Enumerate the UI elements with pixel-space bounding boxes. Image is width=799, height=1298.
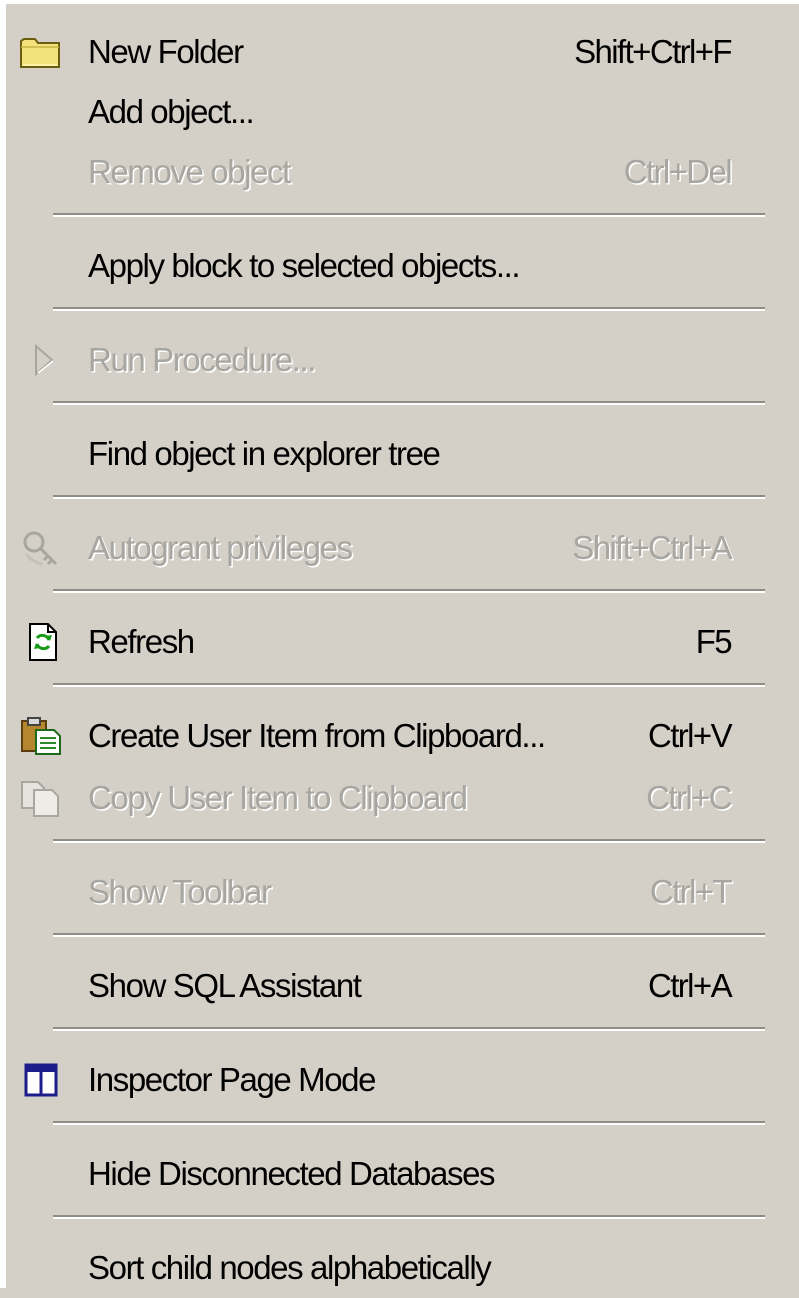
key-privileges-icon [23,531,58,566]
menu-separator [53,839,765,843]
menu-separator [53,213,765,217]
menu-item-shortcut: Shift+Ctrl+A [572,529,732,566]
menu-item-shortcut: F5 [695,623,733,660]
menu-item-remove-object[interactable]: Remove object Ctrl+Del [6,142,799,202]
menu-separator [53,401,765,405]
menu-item-shortcut: Shift+Ctrl+F [574,33,732,70]
clipboard-paste-icon [21,717,61,755]
menu-item-show-toolbar[interactable]: Show Toolbar Ctrl+T [6,862,799,922]
menu-separator [53,589,765,593]
menu-item-hide-disconnected-databases[interactable]: Hide Disconnected Databases [6,1144,799,1204]
menu-item-shortcut: Ctrl+A [647,967,733,1004]
menu-item-label: Inspector Page Mode [88,1061,376,1098]
menu-item-apply-block[interactable]: Apply block to selected objects... [6,236,799,296]
menu-item-refresh[interactable]: Refresh F5 [6,612,799,672]
menu-item-label: Apply block to selected objects... [88,247,521,284]
menu-separator [53,1121,765,1125]
context-menu: New Folder Shift+Ctrl+F Add object... Re… [0,0,799,1288]
refresh-document-icon [29,623,57,661]
menu-item-find-object[interactable]: Find object in explorer tree [6,424,799,484]
menu-separator [53,307,765,311]
folder-icon [20,38,60,68]
menu-separator [53,1027,765,1031]
menu-item-copy-user-item[interactable]: Copy User Item to Clipboard Ctrl+C [6,768,799,828]
menu-item-label: Show SQL Assistant [88,967,362,1004]
menu-item-create-user-item[interactable]: Create User Item from Clipboard... Ctrl+… [6,706,799,766]
menu-item-run-procedure[interactable]: Run Procedure... [6,330,799,390]
menu-item-autogrant-privileges[interactable]: Autogrant privileges Shift+Ctrl+A [6,518,799,578]
menu-item-label: Create User Item from Clipboard... [88,717,546,754]
menu-item-label: Add object... [88,93,255,130]
menu-item-sort-child-nodes[interactable]: Sort child nodes alphabetically [6,1238,799,1298]
menu-item-new-folder[interactable]: New Folder Shift+Ctrl+F [6,22,799,82]
menu-item-label: Autogrant privileges [88,529,353,566]
menu-item-label: Show Toolbar [88,873,272,910]
menu-separator [53,495,765,499]
menu-item-label: Sort child nodes alphabetically [88,1249,492,1286]
menu-item-shortcut: Ctrl+V [647,717,733,754]
menu-item-label: Run Procedure... [88,341,316,378]
menu-item-show-sql-assistant[interactable]: Show SQL Assistant Ctrl+A [6,956,799,1016]
menu-separator [53,1215,765,1219]
menu-item-label: Find object in explorer tree [88,435,441,472]
menu-item-shortcut: Ctrl+T [649,873,733,910]
menu-item-label: New Folder [88,33,244,70]
inspector-pages-icon [24,1063,58,1097]
menu-separator [53,933,765,937]
menu-item-label: Refresh [88,623,195,660]
menu-item-label: Hide Disconnected Databases [88,1155,496,1192]
copy-documents-icon [21,781,59,817]
play-triangle-icon [35,343,54,377]
menu-item-label: Copy User Item to Clipboard [88,779,468,816]
menu-item-shortcut: Ctrl+Del [623,153,733,190]
menu-item-inspector-page-mode[interactable]: Inspector Page Mode [6,1050,799,1110]
menu-item-label: Remove object [88,153,291,190]
menu-item-shortcut: Ctrl+C [646,779,732,816]
menu-item-add-object[interactable]: Add object... [6,82,799,142]
menu-separator [53,683,765,687]
